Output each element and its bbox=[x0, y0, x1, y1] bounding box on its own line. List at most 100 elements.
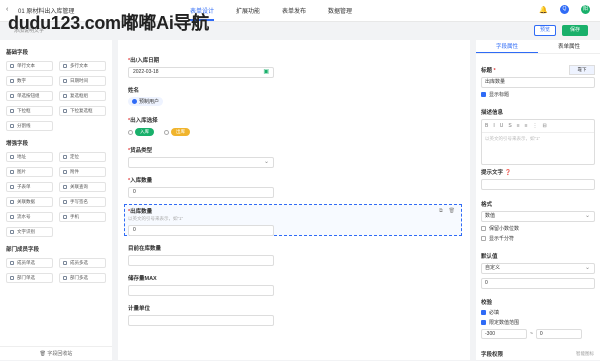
field-dept-single[interactable]: 部门单选 bbox=[6, 273, 53, 283]
signature-icon bbox=[63, 200, 67, 204]
stock-input[interactable] bbox=[128, 255, 274, 266]
radio-out[interactable]: 出库 bbox=[164, 128, 190, 136]
properties-panel: 字段属性 表单属性 标题 * 靠下 出库数量 显示标题 描述信息 B I U S… bbox=[476, 40, 600, 360]
field-recycle-bin[interactable]: 🗑 字段回收站 bbox=[0, 346, 112, 360]
radio-in[interactable]: 入库 bbox=[128, 128, 154, 136]
avatar[interactable]: Q bbox=[560, 5, 569, 14]
range-min-input[interactable]: -300 bbox=[481, 329, 527, 339]
stock-field[interactable]: 目前在库数量 bbox=[128, 244, 428, 266]
calendar-icon: ▣ bbox=[263, 69, 269, 75]
field-number[interactable]: 数字 bbox=[6, 76, 53, 86]
inqty-field-label: 入库数量 bbox=[130, 178, 153, 184]
inqty-input[interactable]: 0 bbox=[128, 187, 274, 198]
max-field[interactable]: 储存量MAX bbox=[128, 274, 428, 296]
calendar-icon bbox=[63, 79, 67, 83]
list-icon[interactable]: ≡ bbox=[517, 123, 520, 129]
delete-icon[interactable]: 🗑 bbox=[449, 208, 455, 214]
divider-icon bbox=[10, 124, 14, 128]
decimal-checkbox[interactable]: 保留小数位数 bbox=[481, 225, 595, 232]
ocr-icon bbox=[10, 230, 14, 234]
tab-field-properties[interactable]: 字段属性 bbox=[476, 40, 538, 53]
strike-icon[interactable]: S bbox=[508, 123, 511, 129]
title-input[interactable]: 出库数量 bbox=[481, 77, 595, 88]
show-title-checkbox[interactable]: 显示标题 bbox=[481, 91, 595, 98]
inout-field[interactable]: *出入库选择 入库 出库 bbox=[128, 116, 428, 136]
max-input[interactable] bbox=[128, 285, 274, 296]
field-dept-multi[interactable]: 部门多选 bbox=[59, 273, 106, 283]
user-chip[interactable]: 预制用户 bbox=[128, 97, 164, 106]
range-checkbox[interactable]: 限定数值范围 bbox=[481, 319, 595, 326]
range-max-input[interactable]: 0 bbox=[535, 329, 582, 339]
date-field[interactable]: *出/入库日期 2022-03-18 ▣ bbox=[128, 56, 428, 78]
field-address[interactable]: 地址 bbox=[6, 152, 53, 162]
outqty-input[interactable]: 0 bbox=[128, 225, 274, 236]
type-select[interactable]: ⌄ bbox=[128, 157, 274, 168]
thousand-separator-checkbox[interactable]: 显示千分符 bbox=[481, 235, 595, 242]
name-field[interactable]: 姓名 预制用户 bbox=[128, 86, 428, 106]
more-icon[interactable]: ⋮ bbox=[533, 123, 538, 129]
unit-input[interactable] bbox=[128, 315, 274, 326]
field-serial-number[interactable]: 流水号 bbox=[6, 212, 53, 222]
inqty-field[interactable]: *入库数量 0 bbox=[128, 176, 428, 198]
preview-button[interactable]: 预览 bbox=[534, 25, 556, 36]
outqty-hint: 以英文的引号来表示，如“1” bbox=[128, 216, 183, 221]
field-member-single[interactable]: 成员单选 bbox=[6, 258, 53, 268]
field-subform[interactable]: 子表单 bbox=[6, 182, 53, 192]
tab-data-management[interactable]: 数据管理 bbox=[328, 6, 352, 21]
stock-field-label: 目前在库数量 bbox=[128, 246, 162, 252]
description-editor[interactable]: B I U S ≡ ≡ ⋮ ⊟ 以英文的引号来表示，如“1” bbox=[481, 119, 595, 165]
field-attachment[interactable]: 附件 bbox=[59, 167, 106, 177]
inout-field-label: 出入库选择 bbox=[130, 118, 158, 124]
save-button[interactable]: 保存 bbox=[562, 25, 588, 36]
type-field[interactable]: *货品类型 ⌄ bbox=[128, 146, 428, 168]
form-canvas: *出/入库日期 2022-03-18 ▣ 姓名 预制用户 *出入库选择 入库 出库… bbox=[118, 40, 470, 360]
field-signature[interactable]: 手写签名 bbox=[59, 197, 106, 207]
unit-field[interactable]: 计量单位 bbox=[128, 304, 428, 326]
table-icon[interactable]: ⊟ bbox=[543, 123, 547, 129]
field-palette: 基础字段 单行文本 多行文本 数字 日期时间 单选按钮组 复选框组 下拉框 下拉… bbox=[0, 40, 112, 360]
field-phone[interactable]: 手机 bbox=[59, 212, 106, 222]
address-icon bbox=[10, 155, 14, 159]
field-datetime[interactable]: 日期时间 bbox=[59, 76, 106, 86]
field-location[interactable]: 定位 bbox=[59, 152, 106, 162]
copy-icon[interactable]: ⧉ bbox=[439, 208, 443, 214]
required-checkbox[interactable]: 必填 bbox=[481, 309, 595, 316]
range-separator: ~ bbox=[530, 331, 533, 337]
avatar-user[interactable]: 阳 bbox=[581, 5, 590, 14]
default-type-select[interactable]: 自定义 ⌄ bbox=[481, 263, 595, 274]
tab-publish[interactable]: 表单发布 bbox=[282, 6, 306, 21]
field-divider[interactable]: 分割线 bbox=[6, 121, 53, 131]
default-value-input[interactable]: 0 bbox=[481, 278, 595, 289]
paragraph-icon bbox=[63, 64, 67, 68]
field-checkbox-group[interactable]: 复选框组 bbox=[59, 91, 106, 101]
date-input[interactable]: 2022-03-18 ▣ bbox=[128, 67, 274, 78]
italic-icon[interactable]: I bbox=[493, 123, 494, 129]
outqty-field[interactable]: *出库数量 以英文的引号来表示，如“1” 0 bbox=[128, 207, 428, 236]
field-dropdown[interactable]: 下拉框 bbox=[6, 106, 53, 116]
tab-extensions[interactable]: 扩展功能 bbox=[236, 6, 260, 21]
field-multi-dropdown[interactable]: 下拉复选框 bbox=[59, 106, 106, 116]
field-image[interactable]: 图片 bbox=[6, 167, 53, 177]
default-section: 默认值 自定义 ⌄ 0 bbox=[481, 252, 595, 289]
hint-input[interactable] bbox=[481, 179, 595, 190]
group-title-enhanced: 增强字段 bbox=[6, 141, 29, 147]
description-section: 描述信息 B I U S ≡ ≡ ⋮ ⊟ 以英文的引号来表示，如“1” bbox=[481, 108, 595, 165]
field-radio-group[interactable]: 单选按钮组 bbox=[6, 91, 53, 101]
tab-form-properties[interactable]: 表单属性 bbox=[538, 40, 600, 53]
field-related-query[interactable]: 关联查询 bbox=[59, 182, 106, 192]
brand-watermark: 智能图标 bbox=[576, 351, 594, 356]
title-align-button[interactable]: 靠下 bbox=[569, 65, 595, 75]
bold-icon[interactable]: B bbox=[485, 123, 488, 129]
field-related-data[interactable]: 关联数据 bbox=[6, 197, 53, 207]
subform-icon bbox=[10, 185, 14, 189]
field-member-multi[interactable]: 成员多选 bbox=[59, 258, 106, 268]
range-inputs: -300 ~ 0 bbox=[481, 329, 595, 339]
bell-icon[interactable]: 🔔 bbox=[539, 6, 548, 14]
help-icon[interactable]: ❓ bbox=[505, 170, 512, 176]
field-multi-text[interactable]: 多行文本 bbox=[59, 61, 106, 71]
format-select[interactable]: 数值 ⌄ bbox=[481, 211, 595, 222]
underline-icon[interactable]: U bbox=[500, 123, 504, 129]
field-single-text[interactable]: 单行文本 bbox=[6, 61, 53, 71]
field-ocr[interactable]: 文字识别 bbox=[6, 227, 53, 237]
align-icon[interactable]: ≡ bbox=[525, 123, 528, 129]
